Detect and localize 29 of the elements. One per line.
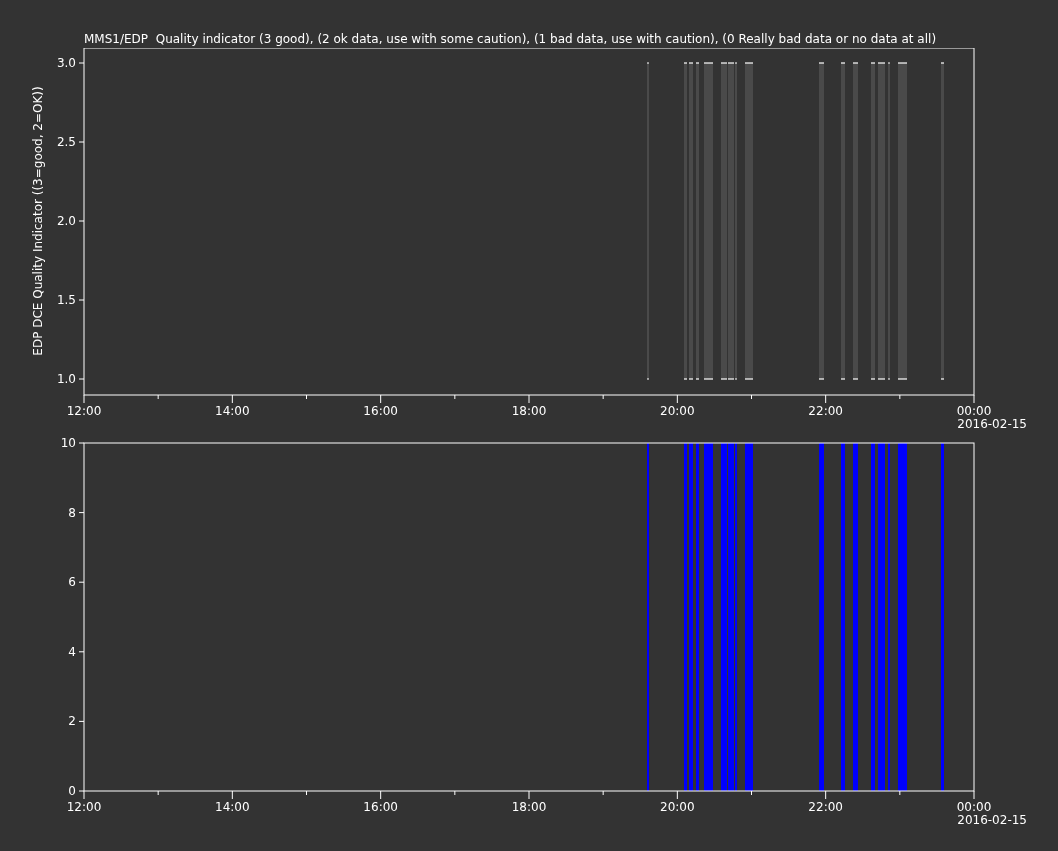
x-tick-label: 20:00	[660, 800, 695, 814]
y-tick-label: 4	[68, 644, 76, 659]
y-tick-label: 10	[60, 436, 76, 450]
x-tick-label: 22:00	[808, 404, 843, 418]
x-tick-label: 18:00	[511, 800, 547, 814]
x-tick-label: 00:00	[956, 404, 992, 418]
y-tick-label: 6	[68, 575, 76, 590]
x-tick-label: 22:00	[808, 800, 843, 814]
y-tick-label: 1.0	[56, 372, 76, 386]
x-tick-label: 16:00	[363, 800, 398, 814]
y-tick-label: 0	[68, 784, 76, 798]
x-tick-label: 14:00	[215, 404, 250, 418]
x-tick-label: 14:00	[215, 800, 250, 814]
y-tick-label: 3.0	[56, 56, 76, 70]
x-tick-label: 18:00	[511, 404, 547, 418]
x-tick-label: 20:00	[660, 404, 695, 418]
x-tick-label: 12:00	[66, 404, 102, 418]
date-label: 2016-02-15	[957, 417, 1027, 431]
x-tick-label: 12:00	[66, 800, 102, 814]
date-label: 2016-02-15	[957, 813, 1027, 827]
x-tick-label: 16:00	[363, 404, 398, 418]
plot-title: MMS1/EDP Quality indicator (3 good), (2 ok data, use with some caution), (1 bad data, use with caution), (0 Really bad data or no data at all)	[84, 32, 937, 46]
y-tick-label: 2.5	[56, 135, 76, 149]
y-axis-label: EDP DCE Quality Indicator ((3=good, 2=OK))	[31, 86, 45, 356]
x-tick-label: 00:00	[956, 800, 992, 814]
y-tick-label: 2.0	[56, 214, 76, 228]
y-tick-label: 2	[68, 714, 76, 729]
y-tick-label: 8	[68, 505, 76, 520]
y-tick-label: 1.5	[56, 293, 76, 307]
